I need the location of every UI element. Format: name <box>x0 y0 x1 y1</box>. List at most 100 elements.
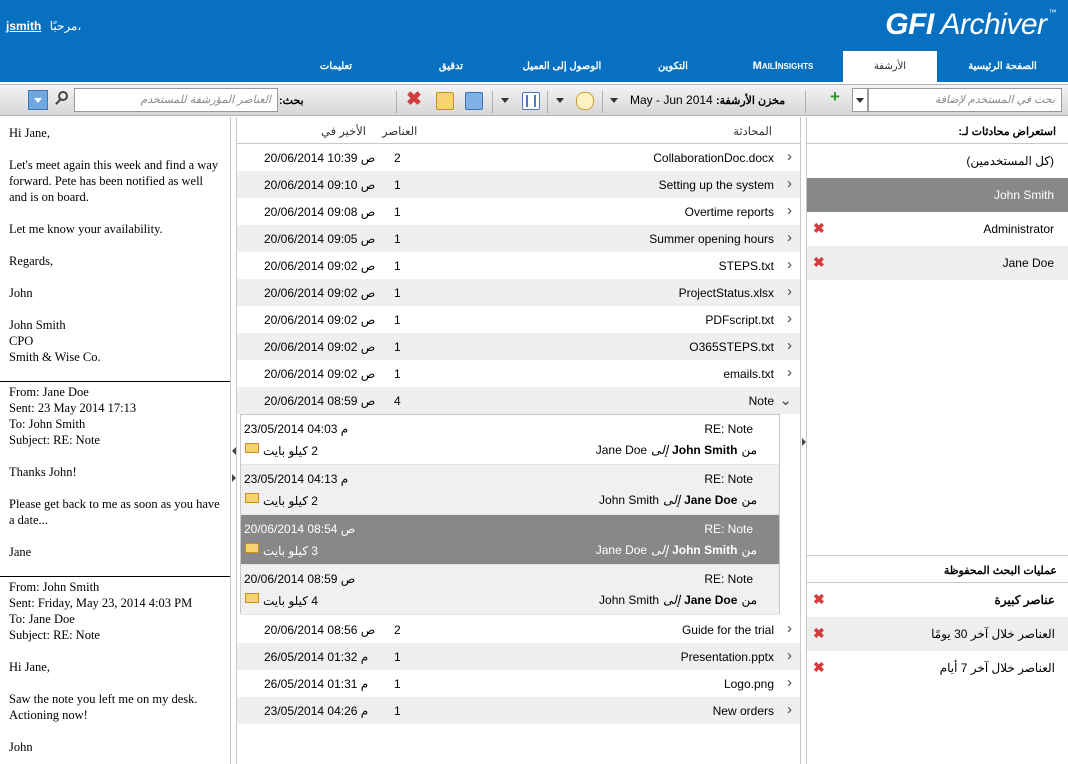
user-item[interactable]: Administrator ✖ <box>807 212 1068 246</box>
conversation-row[interactable]: Presentation.pptx 1 26/05/2014 01:32 م › <box>237 643 800 670</box>
tab-archiving[interactable]: الأرشفة <box>843 51 937 82</box>
user-dropdown-button[interactable] <box>852 88 868 112</box>
toolbar: بحث في المستخدم لإضافة + مخزن الأرشفة: M… <box>0 84 1068 116</box>
message-date: 20/06/2014 08:54 ص <box>244 522 356 536</box>
columns-icon[interactable] <box>522 92 540 110</box>
chevron-right-icon[interactable]: › <box>787 364 792 381</box>
chevron-right-icon[interactable]: › <box>787 337 792 354</box>
email-paragraph: Let's meet again this week and find a wa… <box>9 158 219 204</box>
to-prefix: إلى <box>651 443 669 457</box>
conversation-row[interactable]: STEPS.txt 1 20/06/2014 09:02 ص › <box>237 252 800 279</box>
saved-search-name: عناصر كبيرة <box>994 593 1055 607</box>
comment-icon[interactable] <box>576 92 594 110</box>
conversation-list-header: المحادثة العناصر الأخير في <box>237 117 800 144</box>
latest-date: 26/05/2014 01:31 م <box>264 677 369 691</box>
item-count: 1 <box>394 650 401 664</box>
latest-date: 20/06/2014 09:02 ص <box>264 286 376 300</box>
close-icon[interactable]: ✖ <box>406 90 422 114</box>
conversation-list-pane: المحادثة العناصر الأخير في Collaboration… <box>236 117 801 764</box>
conversation-row[interactable]: O365STEPS.txt 1 20/06/2014 09:02 ص › <box>237 333 800 360</box>
main-tabs: الصفحة الرئيسية الأرشفة MailInsights الت… <box>271 51 1068 82</box>
chevron-right-icon[interactable]: › <box>787 283 792 300</box>
chevron-right-icon[interactable]: › <box>787 647 792 664</box>
close-icon[interactable]: ✖ <box>813 625 825 642</box>
archive-search-input[interactable]: العناصر المؤرشفة للمستخدم <box>74 88 278 112</box>
chevron-down-icon[interactable] <box>501 98 509 103</box>
item-count: 1 <box>394 367 401 381</box>
chevron-right-icon[interactable]: › <box>787 674 792 691</box>
user-item[interactable]: (كل المستخدمين) <box>807 144 1068 178</box>
chevron-down-icon[interactable] <box>556 98 564 103</box>
saved-search-item[interactable]: العناصر خلال آخر 30 يومًا ✖ <box>807 617 1068 651</box>
to-prefix: إلى <box>663 493 681 507</box>
email-paragraph: John <box>9 740 33 754</box>
search-label: بحث: <box>279 95 304 107</box>
column-latest[interactable]: الأخير في <box>321 124 366 138</box>
tab-mailinsights[interactable]: MailInsights <box>723 51 843 82</box>
email-paragraph: From: Jane Doe Sent: 23 May 2014 17:13 T… <box>9 385 137 447</box>
column-items[interactable]: العناصر <box>382 124 417 138</box>
latest-date: 20/06/2014 09:02 ص <box>264 367 376 381</box>
conversation-row[interactable]: ProjectStatus.xlsx 1 20/06/2014 09:02 ص › <box>237 279 800 306</box>
conversation-row[interactable]: Note 4 20/06/2014 08:59 ص ⌄ <box>237 387 800 414</box>
chevron-right-icon[interactable]: › <box>787 256 792 273</box>
conversation-row[interactable]: Setting up the system 1 20/06/2014 09:10 ص… <box>237 171 800 198</box>
close-icon[interactable]: ✖ <box>813 591 825 608</box>
tab-audit[interactable]: تدقيق <box>401 51 501 82</box>
search-icon[interactable] <box>54 90 72 108</box>
vertical-splitter-handle[interactable] <box>917 549 953 556</box>
conversation-subject: Note <box>748 394 774 408</box>
thread-message[interactable]: RE: Note 23/05/2014 04:13 م منJane DoeإلىJ… <box>241 465 779 515</box>
from-name: Jane Doe <box>684 593 738 607</box>
from-name: Jane Doe <box>684 493 738 507</box>
column-conversation[interactable]: المحادثة <box>733 124 772 138</box>
close-icon[interactable]: ✖ <box>813 220 825 237</box>
conversation-row[interactable]: CollaborationDoc.docx 2 20/06/2014 10:39 ص… <box>237 144 800 171</box>
conversation-row[interactable]: Guide for the trial 2 20/06/2014 08:56 ص › <box>237 616 800 643</box>
saved-search-name: العناصر خلال آخر 30 يومًا <box>931 627 1055 641</box>
chevron-right-icon[interactable]: › <box>787 202 792 219</box>
user-item[interactable]: Jane Doe ✖ <box>807 246 1068 280</box>
saved-searches-title: عمليات البحث المحفوظة <box>807 556 1068 583</box>
conversation-row[interactable]: Summer opening hours 1 20/06/2014 09:05 ص › <box>237 225 800 252</box>
chevron-right-icon[interactable]: › <box>787 701 792 718</box>
username-link[interactable]: jsmith <box>6 19 41 33</box>
saved-search-item[interactable]: العناصر خلال آخر 7 أيام ✖ <box>807 651 1068 685</box>
tab-configuration[interactable]: التكوين <box>623 51 723 82</box>
envelope-icon[interactable] <box>436 92 454 110</box>
conversation-row[interactable]: New orders 1 23/05/2014 04:26 م › <box>237 697 800 724</box>
conversation-row[interactable]: PDFscript.txt 1 20/06/2014 09:02 ص › <box>237 306 800 333</box>
archive-store-value[interactable]: May - Jun 2014 <box>630 93 713 117</box>
conversation-row[interactable]: emails.txt 1 20/06/2014 09:02 ص › <box>237 360 800 387</box>
tab-client-access[interactable]: الوصول إلى العميل <box>501 51 623 82</box>
user-item[interactable]: John Smith <box>807 178 1068 212</box>
chevron-right-icon[interactable]: › <box>787 148 792 165</box>
saved-search-item[interactable]: عناصر كبيرة ✖ <box>807 583 1068 617</box>
user-search-input[interactable]: بحث في المستخدم لإضافة <box>868 88 1062 112</box>
close-icon[interactable]: ✖ <box>813 254 825 271</box>
conversation-row[interactable]: Logo.png 1 26/05/2014 01:31 م › <box>237 670 800 697</box>
latest-date: 23/05/2014 04:26 م <box>264 704 369 718</box>
tab-home[interactable]: الصفحة الرئيسية <box>937 51 1068 82</box>
chevron-down-icon[interactable] <box>610 98 618 103</box>
conversation-row[interactable]: Overtime reports 1 20/06/2014 09:08 ص › <box>237 198 800 225</box>
item-count: 1 <box>394 232 401 246</box>
to-name: John Smith <box>599 593 660 607</box>
add-icon[interactable]: + <box>830 88 844 105</box>
search-options-button[interactable] <box>28 90 48 110</box>
thread-message[interactable]: RE: Note 20/06/2014 08:54 ص منJohn Smithإل… <box>241 515 779 565</box>
thread-message[interactable]: RE: Note 20/06/2014 08:59 ص منJane DoeإلىJ… <box>241 565 779 615</box>
close-icon[interactable]: ✖ <box>813 659 825 676</box>
chevron-right-icon[interactable]: › <box>787 310 792 327</box>
chevron-right-icon[interactable]: › <box>787 620 792 637</box>
tab-help[interactable]: تعليمات <box>271 51 401 82</box>
thread-message[interactable]: RE: Note 23/05/2014 04:03 م منJohn Smithإل… <box>241 415 779 465</box>
contact-icon[interactable] <box>465 92 483 110</box>
message-from-to: منJohn SmithإلىJane Doe <box>592 543 757 557</box>
message-from-to: منJohn SmithإلىJane Doe <box>592 443 757 457</box>
conversation-subject: New orders <box>712 704 774 718</box>
chevron-right-icon[interactable]: › <box>787 229 792 246</box>
saved-searches-list: عناصر كبيرة ✖ العناصر خلال آخر 30 يومًا ✖ ال… <box>807 583 1068 685</box>
chevron-down-icon[interactable]: ⌄ <box>779 391 792 409</box>
chevron-right-icon[interactable]: › <box>787 175 792 192</box>
